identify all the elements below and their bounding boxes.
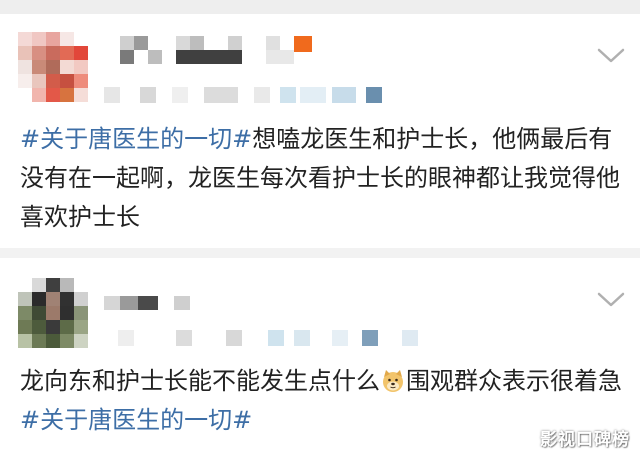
post-text: 龙向东和护士长能不能发生点什么 [20,367,380,395]
avatar[interactable] [18,32,88,102]
avatar[interactable] [18,278,88,348]
post-meta-redacted [104,87,394,107]
post-body: #关于唐医生的一切#想嗑龙医生和护士长，他俩最后有没有在一起啊，龙医生每次看护士… [20,120,632,237]
doge-emoji-icon [381,366,405,392]
watermark: 影视口碑榜 [540,430,630,450]
username-redacted[interactable] [104,294,204,316]
hashtag-link[interactable]: #关于唐医生的一切# [20,125,252,153]
top-divider [0,0,640,14]
chevron-down-icon[interactable] [596,46,626,66]
post-text: 围观群众表示很着急 [406,367,622,395]
comment-card: 龙向东和护士长能不能发生点什么 围观群众表示很着急 #关于唐医生的一切# 影视口碑… [0,258,640,460]
hashtag-link[interactable]: #关于唐医生的一切# [20,406,252,434]
username-redacted[interactable] [120,32,320,72]
comment-card: #关于唐医生的一切#想嗑龙医生和护士长，他俩最后有没有在一起啊，龙医生每次看护士… [0,14,640,248]
post-meta-redacted [118,330,418,350]
chevron-down-icon[interactable] [596,290,626,310]
